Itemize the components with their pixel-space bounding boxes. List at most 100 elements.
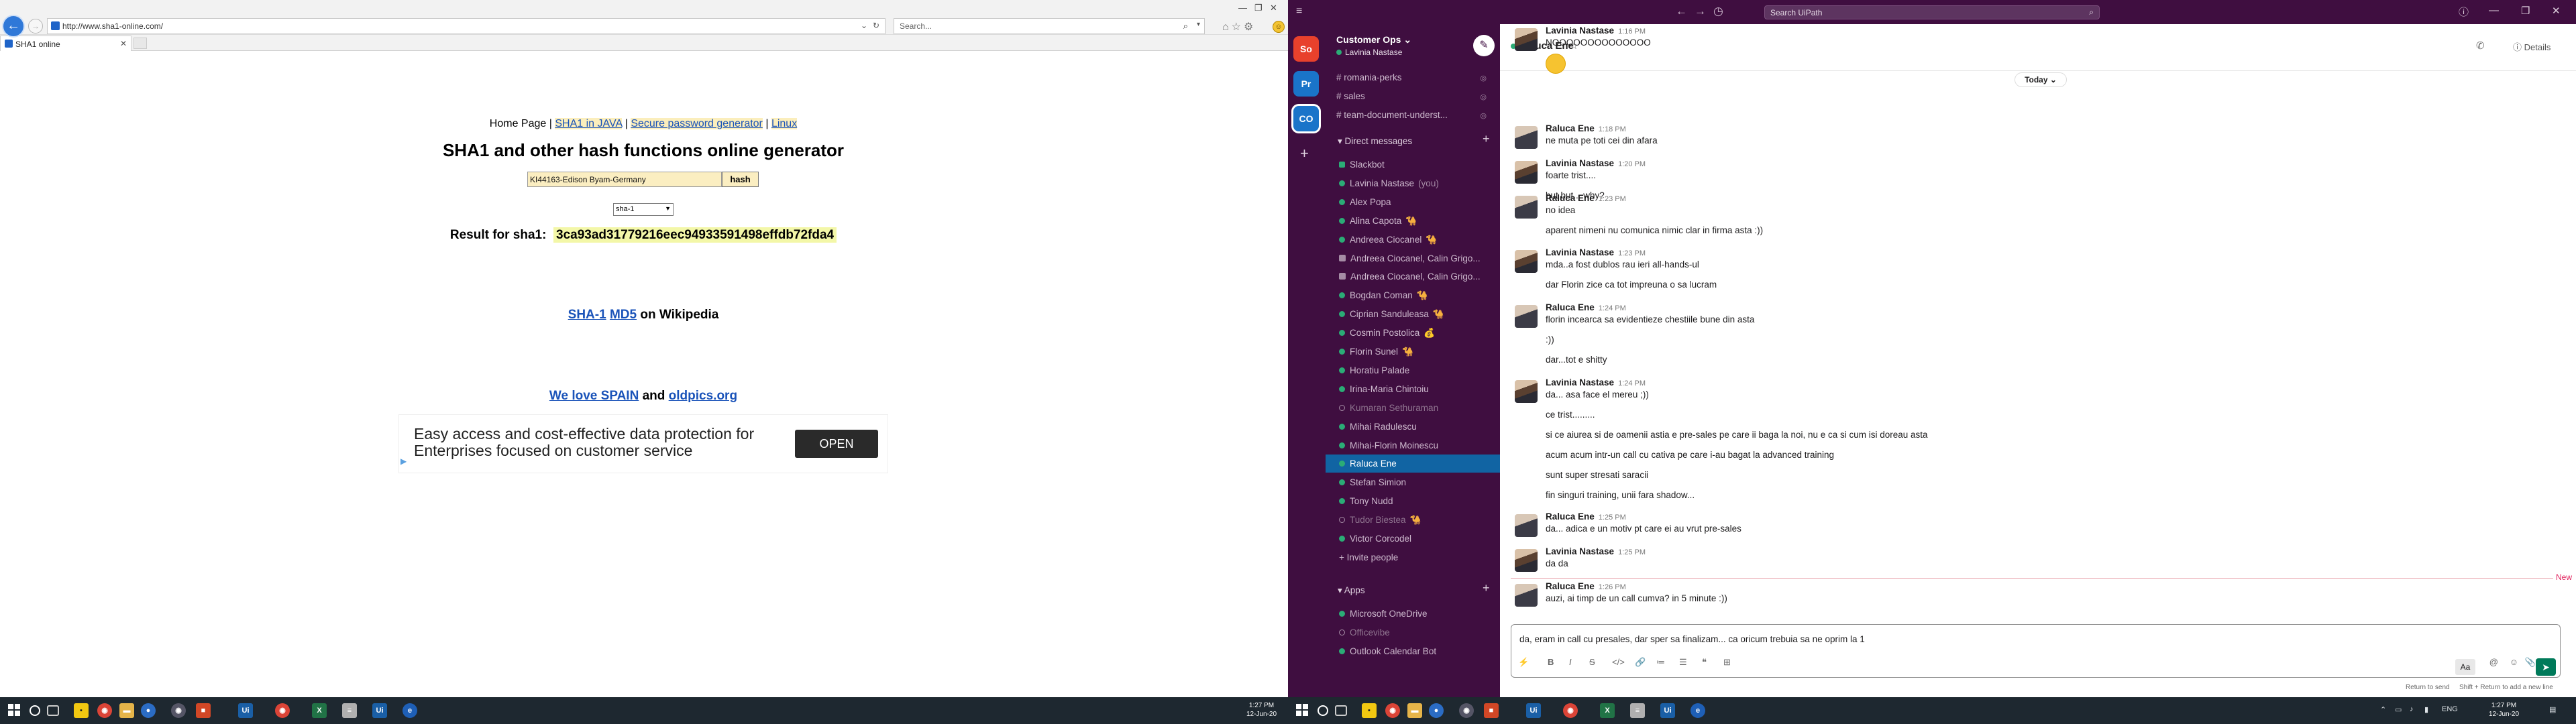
internet-explorer-icon[interactable]: e	[402, 703, 417, 718]
message-author[interactable]: Raluca Ene 1:18 PM	[1546, 123, 1626, 133]
dm-item[interactable]: Florin Sunel 🐪	[1326, 343, 1500, 361]
message-author[interactable]: Lavinia Nastase 1:20 PM	[1546, 158, 1646, 168]
search-taskbar-icon[interactable]	[1318, 705, 1328, 716]
message-time[interactable]: 1:18 PM	[1599, 125, 1626, 133]
excel-icon[interactable]: X	[1600, 703, 1615, 718]
we-love-spain-link[interactable]: We love SPAIN	[549, 389, 639, 403]
help-icon[interactable]: ⓘ	[2459, 5, 2469, 19]
search-dropdown-icon[interactable]: ▾	[1197, 21, 1200, 28]
hash-button[interactable]: hash	[722, 172, 759, 187]
message-author[interactable]: Raluca Ene 1:23 PM	[1546, 193, 1626, 203]
sha1-wiki-link[interactable]: SHA-1	[568, 308, 606, 322]
message-time[interactable]: 1:23 PM	[1599, 195, 1626, 203]
dm-item[interactable]: Andreea Ciocanel, Calin Grigo...	[1326, 249, 1500, 267]
message-time[interactable]: 1:26 PM	[1599, 583, 1626, 591]
forward-arrow-icon[interactable]: →	[1695, 5, 1706, 18]
password-generator-link[interactable]: Secure password generator	[631, 118, 763, 129]
clock[interactable]: 1:27 PM 12-Jun-20	[2489, 701, 2519, 719]
bulleted-list-icon[interactable]: ☰	[1679, 657, 1687, 676]
chrome-icon[interactable]: ◉	[275, 703, 290, 718]
code-icon[interactable]: </>	[1612, 657, 1625, 676]
language-indicator[interactable]: ENG	[2442, 705, 2458, 713]
uipath-icon[interactable]: Ui	[1526, 703, 1541, 718]
dm-item[interactable]: Kumaran Sethuraman	[1326, 399, 1500, 417]
channel-team-document[interactable]: # team-document-underst...	[1336, 110, 1448, 120]
message-composer[interactable]: da, eram in call cu presales, dar sper s…	[1511, 624, 2561, 678]
volume-icon[interactable]: ♪	[2410, 705, 2414, 713]
add-dm-icon[interactable]: +	[1483, 132, 1490, 146]
channel-sales[interactable]: # sales	[1336, 91, 1365, 101]
message-author[interactable]: Raluca Ene 1:24 PM	[1546, 302, 1626, 312]
avatar[interactable]	[1515, 305, 1538, 328]
dm-item[interactable]: Ciprian Sanduleasa 🐪	[1326, 305, 1500, 323]
chrome-icon[interactable]: ◉	[97, 703, 112, 718]
workspace-pr[interactable]: Pr	[1293, 71, 1319, 97]
notepad-icon[interactable]: ≡	[1630, 703, 1645, 718]
history-clock-icon[interactable]: ◷	[1713, 5, 1723, 18]
back-arrow-icon[interactable]: ←	[1676, 5, 1687, 18]
dm-item[interactable]: Tudor Biestea 🐪	[1326, 511, 1500, 529]
link-icon[interactable]: 🔗	[1635, 657, 1646, 676]
channel-romania-perks[interactable]: # romania-perks	[1336, 72, 1402, 82]
apps-section-header[interactable]: ▾ Apps	[1338, 585, 1365, 596]
workspace-co[interactable]: CO	[1293, 106, 1319, 131]
back-button[interactable]: ←	[2, 15, 25, 38]
dm-item[interactable]: Alina Capota 🐪	[1326, 212, 1500, 230]
ad-open-button[interactable]: OPEN	[795, 430, 878, 458]
message-time[interactable]: 1:24 PM	[1618, 379, 1646, 387]
maps-icon[interactable]: ●	[141, 703, 156, 718]
clock[interactable]: 1:27 PM 12-Jun-20	[1246, 701, 1277, 719]
task-view-icon[interactable]	[47, 705, 59, 716]
uipath-icon[interactable]: Ui	[372, 703, 387, 718]
blockquote-icon[interactable]: ❝	[1702, 657, 1707, 676]
avatar[interactable]	[1515, 126, 1538, 149]
lightning-shortcuts-icon[interactable]: ⚡	[1518, 657, 1529, 676]
dm-item[interactable]: Irina-Maria Chintoiu	[1326, 380, 1500, 398]
avatar[interactable]	[1515, 196, 1538, 219]
search-box[interactable]: Search... ⌕ ▾	[894, 18, 1205, 34]
avatar[interactable]	[1515, 549, 1538, 572]
notifications-icon[interactable]: ▤	[2549, 705, 2556, 714]
excel-icon[interactable]: X	[312, 703, 327, 718]
add-workspace-icon[interactable]: +	[1300, 145, 1309, 162]
task-view-icon[interactable]	[1335, 705, 1347, 716]
message-time[interactable]: 1:25 PM	[1618, 548, 1646, 556]
date-divider-pill[interactable]: Today ⌄	[2015, 72, 2067, 87]
emoji-icon[interactable]: ☺	[2510, 657, 2518, 676]
minimize-button[interactable]: —	[2489, 5, 2499, 16]
favorites-star-icon[interactable]: ☆	[1232, 21, 1244, 33]
dm-item[interactable]: Stefan Simion	[1326, 473, 1500, 491]
dm-item[interactable]: Bogdan Coman 🐪	[1326, 286, 1500, 304]
windows-start-icon[interactable]	[8, 704, 20, 716]
linux-link[interactable]: Linux	[771, 118, 798, 129]
file-explorer-icon[interactable]: ▬	[119, 703, 134, 718]
file-explorer-icon[interactable]: ▬	[1407, 703, 1422, 718]
dm-item[interactable]: Victor Corcodel	[1326, 530, 1500, 548]
windows-start-icon[interactable]	[1296, 704, 1308, 716]
dm-item[interactable]: Andreea Ciocanel 🐪	[1326, 231, 1500, 249]
message-time[interactable]: 1:16 PM	[1618, 27, 1646, 36]
uipath-icon[interactable]: Ui	[1660, 703, 1675, 718]
compose-button[interactable]: ✎	[1473, 35, 1495, 56]
dm-item[interactable]: Horatiu Palade	[1326, 361, 1500, 379]
strikethrough-icon[interactable]: S	[1589, 657, 1595, 676]
message-time[interactable]: 1:25 PM	[1599, 514, 1626, 522]
forward-button[interactable]: →	[28, 19, 43, 34]
address-bar[interactable]: http://www.sha1-online.com/ ⌄ ↻	[47, 18, 885, 34]
code-block-icon[interactable]: ⊞	[1723, 657, 1731, 676]
network-icon[interactable]: ▭	[2395, 705, 2402, 714]
oldpics-link[interactable]: oldpics.org	[669, 389, 737, 403]
avatar[interactable]	[1515, 250, 1538, 273]
phone-call-icon[interactable]: ✆	[2476, 40, 2485, 52]
message-author[interactable]: Lavinia Nastase 1:16 PM	[1546, 25, 1646, 36]
close-window-button[interactable]: ✕	[2552, 5, 2561, 17]
details-button[interactable]: ⓘ Details	[2513, 40, 2551, 53]
send-button[interactable]: ➤	[2536, 658, 2556, 676]
dm-item[interactable]: Raluca Ene	[1326, 455, 1500, 473]
dm-item[interactable]: Mihai Radulescu	[1326, 418, 1500, 436]
dm-item[interactable]: Mihai-Florin Moinescu	[1326, 436, 1500, 455]
slack-search-input[interactable]: Search UiPath ⌕	[1764, 5, 2100, 19]
feedback-smiley-icon[interactable]: ☺	[1273, 21, 1285, 33]
internet-explorer-icon[interactable]: e	[1690, 703, 1705, 718]
avatar[interactable]	[1515, 584, 1538, 607]
